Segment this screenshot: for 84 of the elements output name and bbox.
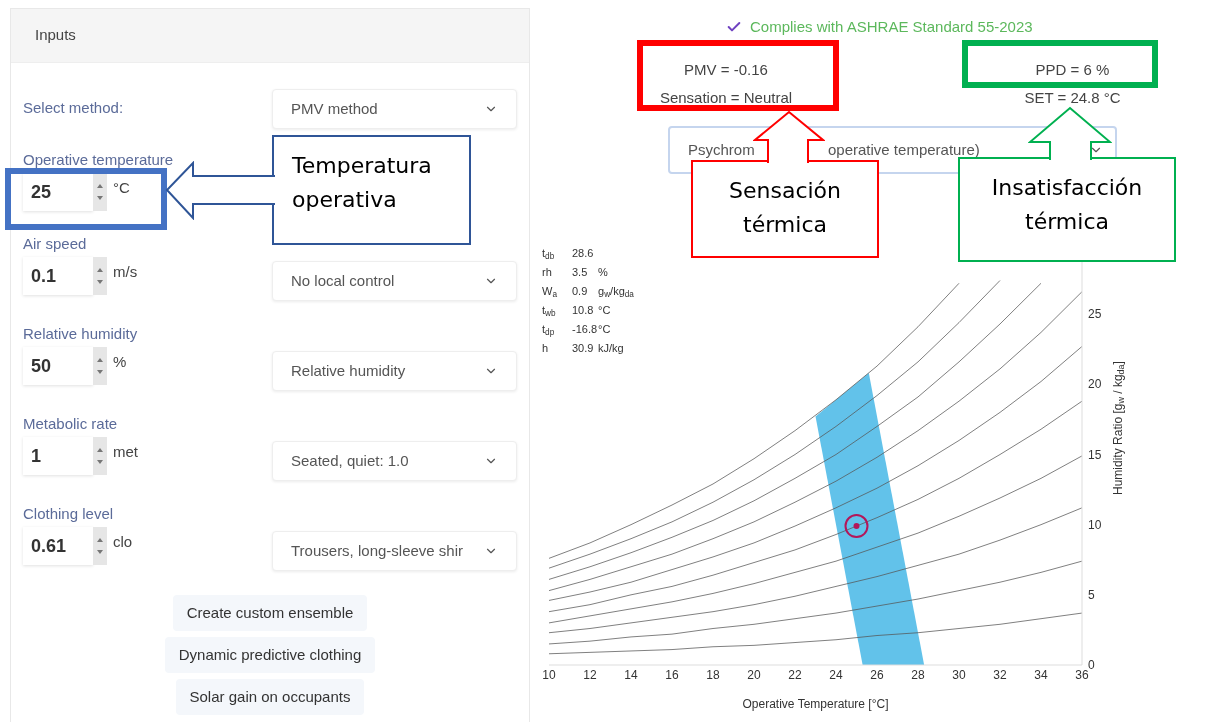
result-text: SET = 24.8 °C bbox=[1024, 88, 1121, 108]
action-button[interactable]: Create custom ensemble bbox=[172, 595, 368, 631]
compliance-message: Complies with ASHRAE Standard 55-2023 bbox=[750, 16, 1033, 37]
spin-arrows-icon bbox=[96, 183, 104, 201]
x-tick-label: 34 bbox=[1034, 668, 1048, 682]
field-label: Select method: bbox=[23, 98, 124, 118]
y-tick-label: 25 bbox=[1088, 307, 1102, 322]
spin-button[interactable] bbox=[93, 437, 107, 475]
spin-arrows-icon bbox=[96, 267, 104, 285]
field-label: Clothing level bbox=[23, 504, 114, 524]
info-value: 3.5 bbox=[572, 265, 589, 281]
x-axis-label: Operative Temperature [°C] bbox=[742, 697, 889, 711]
y-tick-label: 0 bbox=[1088, 658, 1095, 672]
x-tick-label: 16 bbox=[665, 668, 679, 682]
result-text: PPD = 6 % bbox=[1035, 60, 1110, 80]
x-tick-label: 12 bbox=[583, 668, 597, 682]
info-value: -16.8 bbox=[572, 322, 598, 338]
spin-arrows-icon bbox=[96, 537, 104, 555]
field-label: Air speed bbox=[23, 234, 87, 254]
y-tick-label: 5 bbox=[1088, 587, 1095, 602]
number-field[interactable]: 0.61 bbox=[23, 527, 93, 565]
y-tick-label: 20 bbox=[1088, 377, 1102, 392]
info-unit: kJ/kg bbox=[598, 341, 624, 357]
x-tick-label: 10 bbox=[542, 668, 556, 682]
number-field[interactable]: 25 bbox=[23, 173, 93, 211]
info-unit: °C bbox=[598, 303, 611, 319]
field-label: Operative temperature bbox=[23, 150, 174, 170]
x-tick-label: 20 bbox=[747, 668, 761, 682]
action-button[interactable]: Dynamic predictive clothing bbox=[164, 637, 376, 673]
field-label: Relative humidity bbox=[23, 324, 138, 344]
x-tick-label: 32 bbox=[993, 668, 1007, 682]
info-symbol: W$_{a}$ bbox=[542, 284, 558, 300]
method-dropdown[interactable]: PMV method bbox=[272, 89, 517, 129]
callout-text: Sensación térmica bbox=[729, 178, 841, 237]
result-text: Sensation = Neutral bbox=[659, 88, 793, 108]
unit-label: met bbox=[113, 442, 138, 462]
info-unit: °C bbox=[598, 322, 611, 338]
result-text: PMV = -0.16 bbox=[684, 60, 768, 80]
spin-arrows-icon bbox=[96, 357, 104, 375]
x-tick-label: 26 bbox=[870, 668, 884, 682]
x-tick-label: 24 bbox=[829, 668, 843, 682]
number-field[interactable]: 1 bbox=[23, 437, 93, 475]
info-unit: g$_{w}$/kg$_{da}$ bbox=[598, 284, 634, 300]
info-symbol: t$_{wb}$ bbox=[542, 303, 557, 319]
info-value: 0.9 bbox=[572, 284, 589, 300]
number-field[interactable]: 0.1 bbox=[23, 257, 93, 295]
option-dropdown[interactable]: No local control bbox=[272, 261, 517, 301]
spin-button[interactable] bbox=[93, 347, 107, 385]
unit-label: clo bbox=[113, 532, 133, 552]
y-tick-label: 15 bbox=[1088, 447, 1102, 462]
option-dropdown[interactable]: Relative humidity bbox=[272, 351, 517, 391]
info-symbol: rh bbox=[542, 265, 553, 281]
current-point-marker bbox=[844, 514, 869, 539]
dropdown-text: Psychrom bbox=[688, 139, 756, 160]
option-dropdown[interactable]: Trousers, long-sleeve shir bbox=[272, 531, 517, 571]
info-value: 28.6 bbox=[572, 246, 595, 262]
spin-button[interactable] bbox=[93, 257, 107, 295]
y-tick-label: 10 bbox=[1088, 517, 1102, 532]
spin-arrows-icon bbox=[96, 447, 104, 465]
info-symbol: t$_{db}$ bbox=[542, 246, 556, 262]
unit-label: °C bbox=[113, 178, 130, 198]
dropdown-text: operative temperature) bbox=[828, 139, 980, 160]
callout-text: Insatisfacción térmica bbox=[991, 175, 1143, 234]
callout-text: Temperatura operativa bbox=[292, 153, 432, 212]
field-label: Metabolic rate bbox=[23, 414, 118, 434]
info-unit: % bbox=[598, 265, 608, 281]
spin-button[interactable] bbox=[93, 527, 107, 565]
option-dropdown[interactable]: Seated, quiet: 1.0 bbox=[272, 441, 517, 481]
unit-label: m/s bbox=[113, 262, 138, 282]
x-tick-label: 36 bbox=[1075, 668, 1089, 682]
x-tick-label: 30 bbox=[952, 668, 966, 682]
x-tick-label: 28 bbox=[911, 668, 925, 682]
info-value: 30.9 bbox=[572, 341, 595, 357]
panel-title: Inputs bbox=[35, 25, 76, 46]
info-value: 10.8 bbox=[572, 303, 595, 319]
number-field[interactable]: 50 bbox=[23, 347, 93, 385]
info-symbol: t$_{dp}$ bbox=[542, 322, 556, 338]
unit-label: % bbox=[113, 352, 127, 372]
spin-button[interactable] bbox=[93, 173, 107, 211]
info-symbol: h bbox=[542, 341, 550, 357]
x-tick-label: 22 bbox=[788, 668, 802, 682]
x-tick-label: 18 bbox=[706, 668, 720, 682]
action-button[interactable]: Solar gain on occupants bbox=[175, 679, 365, 715]
x-tick-label: 14 bbox=[624, 668, 638, 682]
